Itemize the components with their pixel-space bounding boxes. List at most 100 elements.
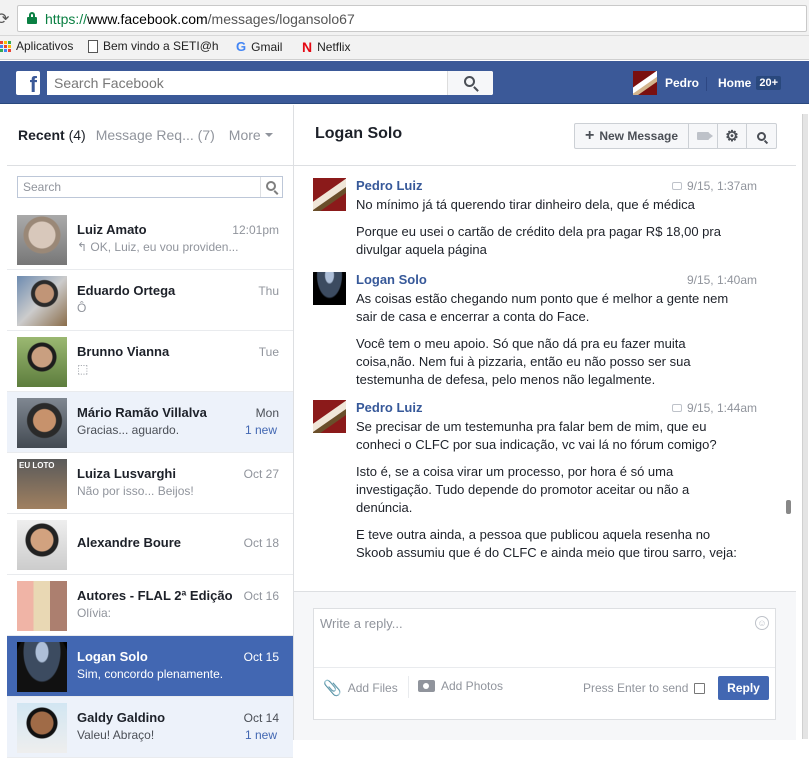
avatar <box>17 703 67 753</box>
bookmark-gmail[interactable]: G Gmail <box>236 39 282 54</box>
message-text: E teve outra ainda, a pessoa que publico… <box>356 527 737 560</box>
thread-item-luiza-lusvarghi[interactable]: EU LOTO Luiza Lusvarghi Não por isso... … <box>7 453 293 514</box>
thread-item-luiz-amato[interactable]: Luiz Amato ↰ OK, Luiz, eu vou providen..… <box>7 209 293 270</box>
thread-name: Luiz Amato <box>77 222 147 237</box>
avatar <box>17 276 67 326</box>
thread-snippet: Olívia: <box>77 606 112 620</box>
avatar[interactable] <box>313 178 346 211</box>
facebook-search-button[interactable] <box>447 71 493 95</box>
reply-button[interactable]: Reply <box>718 676 769 700</box>
thread-name: Galdy Galdino <box>77 710 166 725</box>
avatar <box>17 642 67 692</box>
bookmark-apps[interactable]: Aplicativos <box>0 39 73 53</box>
netflix-icon: N <box>302 39 313 55</box>
search-icon <box>464 76 475 87</box>
reply-input[interactable] <box>314 609 775 667</box>
bookmark-label: Bem vindo a SETI@hc <box>103 39 218 53</box>
chevron-down-icon <box>264 133 273 137</box>
avatar <box>633 71 657 95</box>
message-time: 9/15, 1:44am <box>671 401 757 415</box>
thread-name: Eduardo Ortega <box>77 283 176 298</box>
thread-snippet: Sim, concordo plenamente. <box>77 667 224 681</box>
message-time: 9/15, 1:37am <box>671 179 757 193</box>
new-count-badge: 1 new <box>244 423 277 437</box>
thread-item-eduardo-ortega[interactable]: Eduardo Ortega Ô Thu <box>7 270 293 331</box>
reload-icon[interactable]: ⟳ <box>0 9 9 29</box>
video-call-button[interactable] <box>689 124 718 148</box>
thread-item-logan-solo[interactable]: Logan Solo Sim, concordo plenamente. Oct… <box>7 636 293 697</box>
home-label: Home <box>718 76 752 90</box>
thread-item-mario-ramao-villalva[interactable]: Mário Ramão Villalva Gracias... aguardo.… <box>7 392 293 453</box>
thread-name: Autores - FLAL 2ª Edição <box>77 588 233 603</box>
message-sent-icon <box>671 404 682 412</box>
avatar <box>17 520 67 570</box>
tab-more[interactable]: More <box>229 127 273 143</box>
thread-item-alexandre-boure[interactable]: Alexandre Boure Oct 18 <box>7 514 293 575</box>
avatar[interactable] <box>313 272 346 305</box>
thread-item-autores-flal[interactable]: Autores - FLAL 2ª Edição Olívia: Oct 16 <box>7 575 293 636</box>
lock-icon <box>27 12 37 24</box>
thread-snippet: Não por isso... Beijos! <box>77 484 194 498</box>
apps-grid-icon <box>0 40 11 52</box>
message-text: As coisas estão chegando num ponto que é… <box>356 291 729 324</box>
message-scrollbar[interactable] <box>786 500 791 514</box>
bookmark-netflix[interactable]: N Netflix <box>302 39 350 55</box>
press-enter-checkbox[interactable] <box>694 682 706 694</box>
browser-url-bar: ⟳ https://www.facebook.com/messages/loga… <box>0 0 809 36</box>
thread-time: Mon <box>255 406 279 420</box>
thread-name: Alexandre Boure <box>77 535 182 550</box>
divider <box>706 77 707 91</box>
thread-item-brunno-vianna[interactable]: Brunno Vianna ⬚ Tue <box>7 331 293 392</box>
thread-time: Thu <box>258 284 279 298</box>
message-sender[interactable]: Pedro Luiz <box>356 400 422 415</box>
thread-snippet: Gracias... aguardo. <box>77 423 180 437</box>
facebook-search <box>47 71 493 95</box>
avatar[interactable] <box>313 400 346 433</box>
emoji-icon[interactable]: ☺ <box>755 616 769 630</box>
thread-snippet: ↰ OK, Luiz, eu vou providen... <box>77 240 239 254</box>
conversation-title: Logan Solo <box>315 125 403 142</box>
bookmark-seti[interactable]: Bem vindo a SETI@hc <box>88 39 218 53</box>
avatar <box>17 337 67 387</box>
video-camera-icon <box>697 132 709 140</box>
settings-button[interactable]: ⚙ <box>718 124 747 148</box>
conversation-panel: Logan Solo + New Message ⚙ Pedro Luiz 9/… <box>294 105 796 740</box>
add-files-label: Add Files <box>347 681 398 695</box>
thread-time: Oct 16 <box>243 589 279 603</box>
message-body: As coisas estão chegando num ponto que é… <box>356 290 741 398</box>
home-link[interactable]: Home 20+ <box>718 76 782 90</box>
search-icon <box>266 181 276 191</box>
tab-message-requests[interactable]: Message Req... (7) <box>96 127 215 143</box>
profile-link[interactable]: Pedro <box>633 71 699 95</box>
message-sender[interactable]: Pedro Luiz <box>356 178 422 193</box>
thread-time: Oct 15 <box>243 650 279 664</box>
facebook-logo-icon[interactable]: f <box>16 71 40 95</box>
thread-search-button[interactable] <box>260 177 282 197</box>
tab-recent[interactable]: Recent (4) <box>18 127 86 143</box>
add-files-button[interactable]: 📎 Add Files <box>323 679 398 697</box>
add-photos-button[interactable]: Add Photos <box>418 679 503 693</box>
facebook-search-input[interactable] <box>47 71 447 95</box>
avatar <box>17 215 67 265</box>
address-field[interactable]: https://www.facebook.com/messages/logans… <box>17 5 807 32</box>
bookmarks-bar: Aplicativos Bem vindo a SETI@hc G Gmail … <box>0 36 809 60</box>
thread-snippet: Ô <box>77 301 87 315</box>
paperclip-icon: 📎 <box>323 680 342 697</box>
search-conversation-button[interactable] <box>747 124 776 148</box>
page-scrollbar[interactable] <box>801 104 809 740</box>
thread-search-input[interactable] <box>18 177 258 197</box>
add-photos-label: Add Photos <box>441 679 504 693</box>
new-message-button[interactable]: + New Message <box>575 124 689 148</box>
facebook-top-bar: f Pedro Home 20+ <box>0 61 809 104</box>
bookmark-label: Gmail <box>251 39 283 54</box>
thread-item-galdy-galdino[interactable]: Galdy Galdino Valeu! Abraço! Oct 14 1 ne… <box>7 697 293 758</box>
avatar <box>17 398 67 448</box>
message-text: Se precisar de um testemunha pra falar b… <box>356 419 717 452</box>
url-text[interactable]: https://www.facebook.com/messages/logans… <box>45 11 355 27</box>
thread-time: 12:01pm <box>232 223 279 237</box>
message-body: Se precisar de um testemunha pra falar b… <box>356 418 741 571</box>
message-sender[interactable]: Logan Solo <box>356 272 427 287</box>
page-icon <box>88 39 98 53</box>
home-badge: 20+ <box>756 76 782 90</box>
profile-name: Pedro <box>665 76 700 90</box>
